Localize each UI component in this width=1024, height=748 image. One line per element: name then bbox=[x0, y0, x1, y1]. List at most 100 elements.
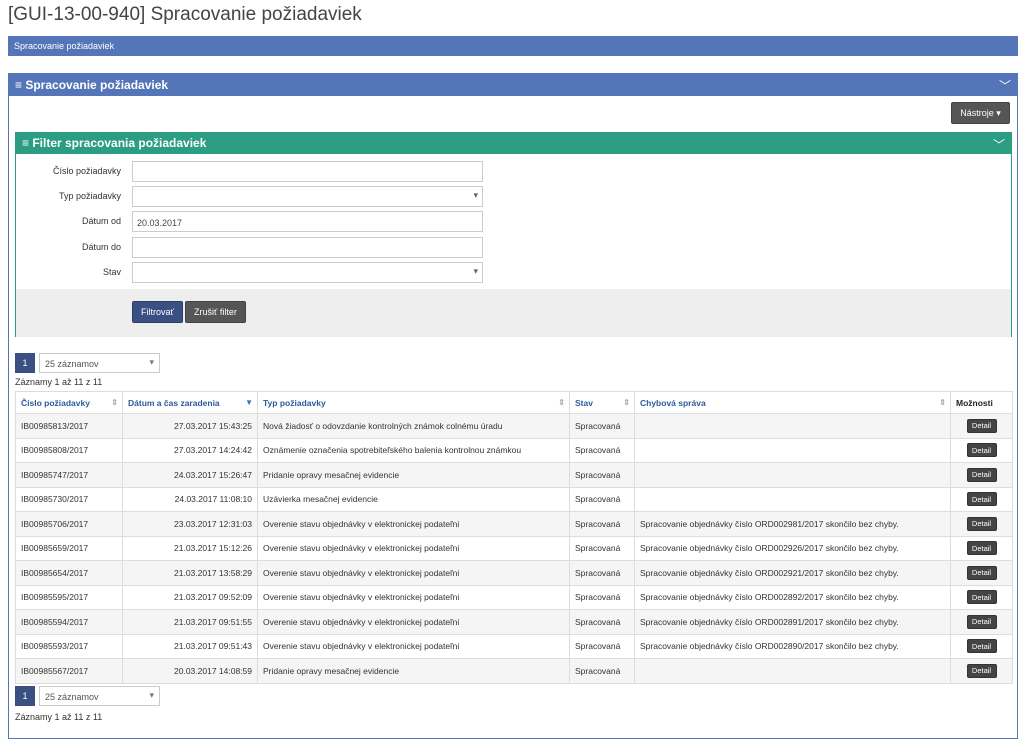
records-info: Záznamy 1 až 11 z 11 bbox=[15, 377, 103, 387]
cell-request-type: Overenie stavu objednávky v elektronicke… bbox=[257, 609, 570, 635]
page-size-select[interactable]: 25 záznamov bbox=[39, 353, 160, 373]
date-to-input[interactable] bbox=[132, 237, 483, 258]
cell-status: Spracovaná bbox=[569, 609, 635, 635]
table-row: IB00985706/2017 23.03.2017 12:31:03 Overen… bbox=[15, 511, 1013, 537]
cell-status: Spracovaná bbox=[569, 437, 635, 463]
cell-status: Spracovaná bbox=[569, 560, 635, 586]
cell-request-number: IB00985659/2017 bbox=[15, 535, 123, 561]
date-from-label: Dátum od bbox=[81, 216, 121, 226]
cell-error-message bbox=[634, 462, 951, 488]
cell-options: Detail bbox=[950, 486, 1013, 512]
date-to-label: Dátum do bbox=[81, 242, 121, 252]
filter-button[interactable]: Filtrovať bbox=[132, 301, 183, 323]
cell-request-number: IB00985706/2017 bbox=[15, 511, 123, 537]
table-row: IB00985808/2017 27.03.2017 14:24:42 Oznáme… bbox=[15, 437, 1013, 463]
filter-panel-header[interactable]: ≡ Filter spracovania požiadaviek ﹀ bbox=[16, 133, 1011, 154]
cell-datetime: 27.03.2017 15:43:25 bbox=[122, 413, 258, 439]
chevron-down-icon[interactable]: ﹀ bbox=[999, 77, 1011, 94]
sort-icon[interactable]: ⇕ bbox=[558, 398, 565, 407]
cell-options: Detail bbox=[950, 633, 1013, 659]
cell-status: Spracovaná bbox=[569, 584, 635, 610]
detail-button[interactable]: Detail bbox=[966, 467, 997, 482]
page-button[interactable]: 1 bbox=[15, 686, 35, 706]
pagination-top: 1 25 záznamov bbox=[15, 353, 215, 373]
requests-table: Číslo požiadavky ⇕ Dátum a čas zaradenia ▼ T… bbox=[15, 391, 1013, 684]
cell-error-message bbox=[634, 486, 951, 512]
cell-error-message: Spracovanie objednávky číslo ORD002921/2… bbox=[634, 560, 951, 586]
cell-error-message: Spracovanie objednávky číslo ORD002890/2… bbox=[634, 633, 951, 659]
column-header-request-number[interactable]: Číslo požiadavky ⇕ bbox=[15, 391, 123, 414]
cell-request-type: Pridanie opravy mesačnej evidencie bbox=[257, 658, 570, 684]
table-row: IB00985594/2017 21.03.2017 09:51:55 Overen… bbox=[15, 609, 1013, 635]
column-header-status[interactable]: Stav ⇕ bbox=[569, 391, 635, 414]
detail-button[interactable]: Detail bbox=[966, 443, 997, 458]
breadcrumb[interactable]: Spracovanie požiadaviek bbox=[8, 36, 1018, 56]
column-header-datetime[interactable]: Dátum a čas zaradenia ▼ bbox=[122, 391, 258, 414]
column-header-error-message[interactable]: Chybová správa ⇕ bbox=[634, 391, 951, 414]
main-panel: ≡ Spracovanie požiadaviek ﹀ Nástroje ▾ ≡… bbox=[8, 73, 1018, 739]
cell-request-type: Overenie stavu objednávky v elektronicke… bbox=[257, 633, 570, 659]
sort-icon[interactable]: ⇕ bbox=[111, 398, 118, 407]
request-number-row: Číslo požiadavky bbox=[16, 161, 496, 183]
status-label: Stav bbox=[102, 267, 121, 277]
cell-error-message: Spracovanie objednávky číslo ORD002891/2… bbox=[634, 609, 951, 635]
request-number-input[interactable] bbox=[132, 161, 483, 182]
cell-error-message bbox=[634, 658, 951, 684]
status-select[interactable] bbox=[132, 262, 483, 283]
cell-request-type: Overenie stavu objednávky v elektronicke… bbox=[257, 584, 570, 610]
detail-button[interactable]: Detail bbox=[966, 492, 997, 507]
cell-request-number: IB00985808/2017 bbox=[15, 437, 123, 463]
cell-datetime: 21.03.2017 09:51:43 bbox=[122, 633, 258, 659]
page-button[interactable]: 1 bbox=[15, 353, 35, 373]
table-row: IB00985593/2017 21.03.2017 09:51:43 Overen… bbox=[15, 633, 1013, 659]
sort-icon[interactable]: ⇕ bbox=[939, 398, 946, 407]
cell-datetime: 20.03.2017 14:08:59 bbox=[122, 658, 258, 684]
cell-datetime: 24.03.2017 11:08:10 bbox=[122, 486, 258, 512]
detail-button[interactable]: Detail bbox=[966, 418, 997, 433]
detail-button[interactable]: Detail bbox=[966, 565, 997, 580]
sort-icon[interactable]: ⇕ bbox=[623, 398, 630, 407]
page-size-select[interactable]: 25 záznamov bbox=[39, 686, 160, 706]
table-row: IB00985654/2017 21.03.2017 13:58:29 Overen… bbox=[15, 560, 1013, 586]
request-type-row: Typ požiadavky bbox=[16, 186, 496, 208]
cell-options: Detail bbox=[950, 535, 1013, 561]
detail-button[interactable]: Detail bbox=[966, 639, 997, 654]
filter-panel: ≡ Filter spracovania požiadaviek ﹀ Číslo… bbox=[15, 132, 1012, 337]
detail-button[interactable]: Detail bbox=[966, 590, 997, 605]
cell-options: Detail bbox=[950, 511, 1013, 537]
cell-request-number: IB00985730/2017 bbox=[15, 486, 123, 512]
detail-button[interactable]: Detail bbox=[966, 516, 997, 531]
cell-status: Spracovaná bbox=[569, 486, 635, 512]
detail-button[interactable]: Detail bbox=[966, 614, 997, 629]
table-row: IB00985595/2017 21.03.2017 09:52:09 Overen… bbox=[15, 584, 1013, 610]
cell-options: Detail bbox=[950, 437, 1013, 463]
clear-filter-button[interactable]: Zrušiť filter bbox=[185, 301, 246, 323]
table-row: IB00985730/2017 24.03.2017 11:08:10 Uzávie… bbox=[15, 486, 1013, 512]
request-type-select[interactable] bbox=[132, 186, 483, 207]
detail-button[interactable]: Detail bbox=[966, 541, 997, 556]
chevron-down-icon[interactable]: ﹀ bbox=[993, 136, 1005, 153]
pagination-bottom: 1 25 záznamov bbox=[15, 686, 215, 706]
request-number-label: Číslo požiadavky bbox=[52, 166, 121, 176]
main-panel-header[interactable]: ≡ Spracovanie požiadaviek ﹀ bbox=[9, 74, 1017, 96]
cell-request-number: IB00985747/2017 bbox=[15, 462, 123, 488]
cell-status: Spracovaná bbox=[569, 413, 635, 439]
table-body: IB00985813/2017 27.03.2017 15:43:25 Nová ž… bbox=[15, 413, 1013, 684]
cell-status: Spracovaná bbox=[569, 511, 635, 537]
cell-error-message bbox=[634, 413, 951, 439]
detail-button[interactable]: Detail bbox=[966, 663, 997, 678]
tools-dropdown-button[interactable]: Nástroje ▾ bbox=[951, 102, 1010, 124]
cell-request-number: IB00985595/2017 bbox=[15, 584, 123, 610]
cell-options: Detail bbox=[950, 413, 1013, 439]
cell-request-type: Oznámenie označenia spotrebiteľského bal… bbox=[257, 437, 570, 463]
cell-datetime: 23.03.2017 12:31:03 bbox=[122, 511, 258, 537]
table-row: IB00985659/2017 21.03.2017 15:12:26 Overen… bbox=[15, 535, 1013, 561]
sort-desc-icon[interactable]: ▼ bbox=[245, 398, 253, 407]
page-title: [GUI-13-00-940] Spracovanie požiadaviek bbox=[8, 4, 362, 25]
main-panel-title: ≡ Spracovanie požiadaviek bbox=[15, 78, 169, 92]
column-header-request-type[interactable]: Typ požiadavky ⇕ bbox=[257, 391, 570, 414]
cell-status: Spracovaná bbox=[569, 462, 635, 488]
cell-error-message: Spracovanie objednávky číslo ORD002892/2… bbox=[634, 584, 951, 610]
cell-options: Detail bbox=[950, 584, 1013, 610]
date-from-input[interactable]: 20.03.2017 bbox=[132, 211, 483, 232]
